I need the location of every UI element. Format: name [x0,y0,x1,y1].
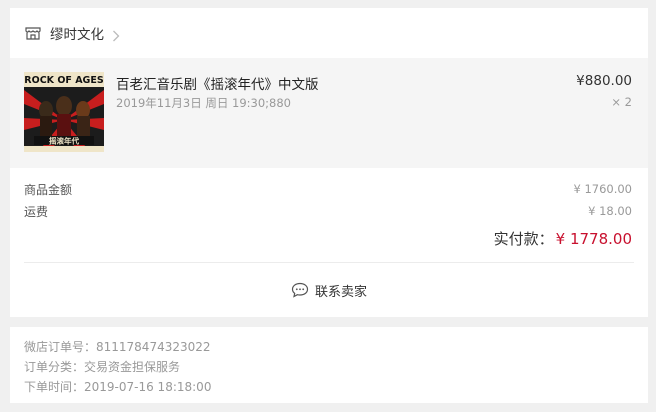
shop-name: 缪时文化 [50,27,104,43]
product-title: 百老汇音乐剧《摇滚年代》中文版 [116,77,319,93]
product-sku: 2019年11月3日 周日 19:30;880 [116,96,291,110]
poster-title: ROCK OF AGES [24,75,104,86]
paid-label: 实付款： [493,230,554,248]
goods-amount-value: ¥ 1760.00 [573,182,632,196]
paid-row: 实付款： ¥ 1778.00 [494,228,632,249]
shipping-label: 运费 [24,204,49,219]
goods-amount-row: 商品金额 ¥ 1760.00 [24,180,632,198]
contact-seller-label: 联系卖家 [314,284,367,300]
paid-amount: ¥ 1778.00 [555,230,632,248]
shipping-row: 运费 ¥ 18.00 [24,202,632,220]
order-number: 微店订单号：811178474323022 [24,340,211,354]
shop-icon [24,24,42,42]
divider [24,262,634,263]
product-price: ¥880.00 [576,73,632,89]
order-category: 订单分类：交易资金担保服务 [24,360,181,374]
contact-seller-button[interactable]: 联系卖家 [10,278,648,302]
shipping-value: ¥ 18.00 [588,204,632,218]
product-poster-image: ROCK OF AGES 摇滚年代 [24,72,104,152]
poster-cn-title: 摇滚年代 [49,136,79,146]
product-quantity: × 2 [611,95,632,109]
order-info-card: 微店订单号：811178474323022 订单分类：交易资金担保服务 下单时间… [10,327,648,403]
order-card: 缪时文化 ROCK OF AGES 摇滚年代 百老汇音乐剧《摇滚年代》中文版 2… [10,8,648,317]
order-time: 下单时间：2019-07-16 18:18:00 [24,380,212,394]
goods-amount-label: 商品金额 [24,182,73,197]
product-row[interactable]: ROCK OF AGES 摇滚年代 百老汇音乐剧《摇滚年代》中文版 2019年1… [10,58,648,168]
chat-icon [291,282,309,298]
chevron-right-icon [112,27,120,42]
shop-header[interactable]: 缪时文化 [10,8,648,58]
